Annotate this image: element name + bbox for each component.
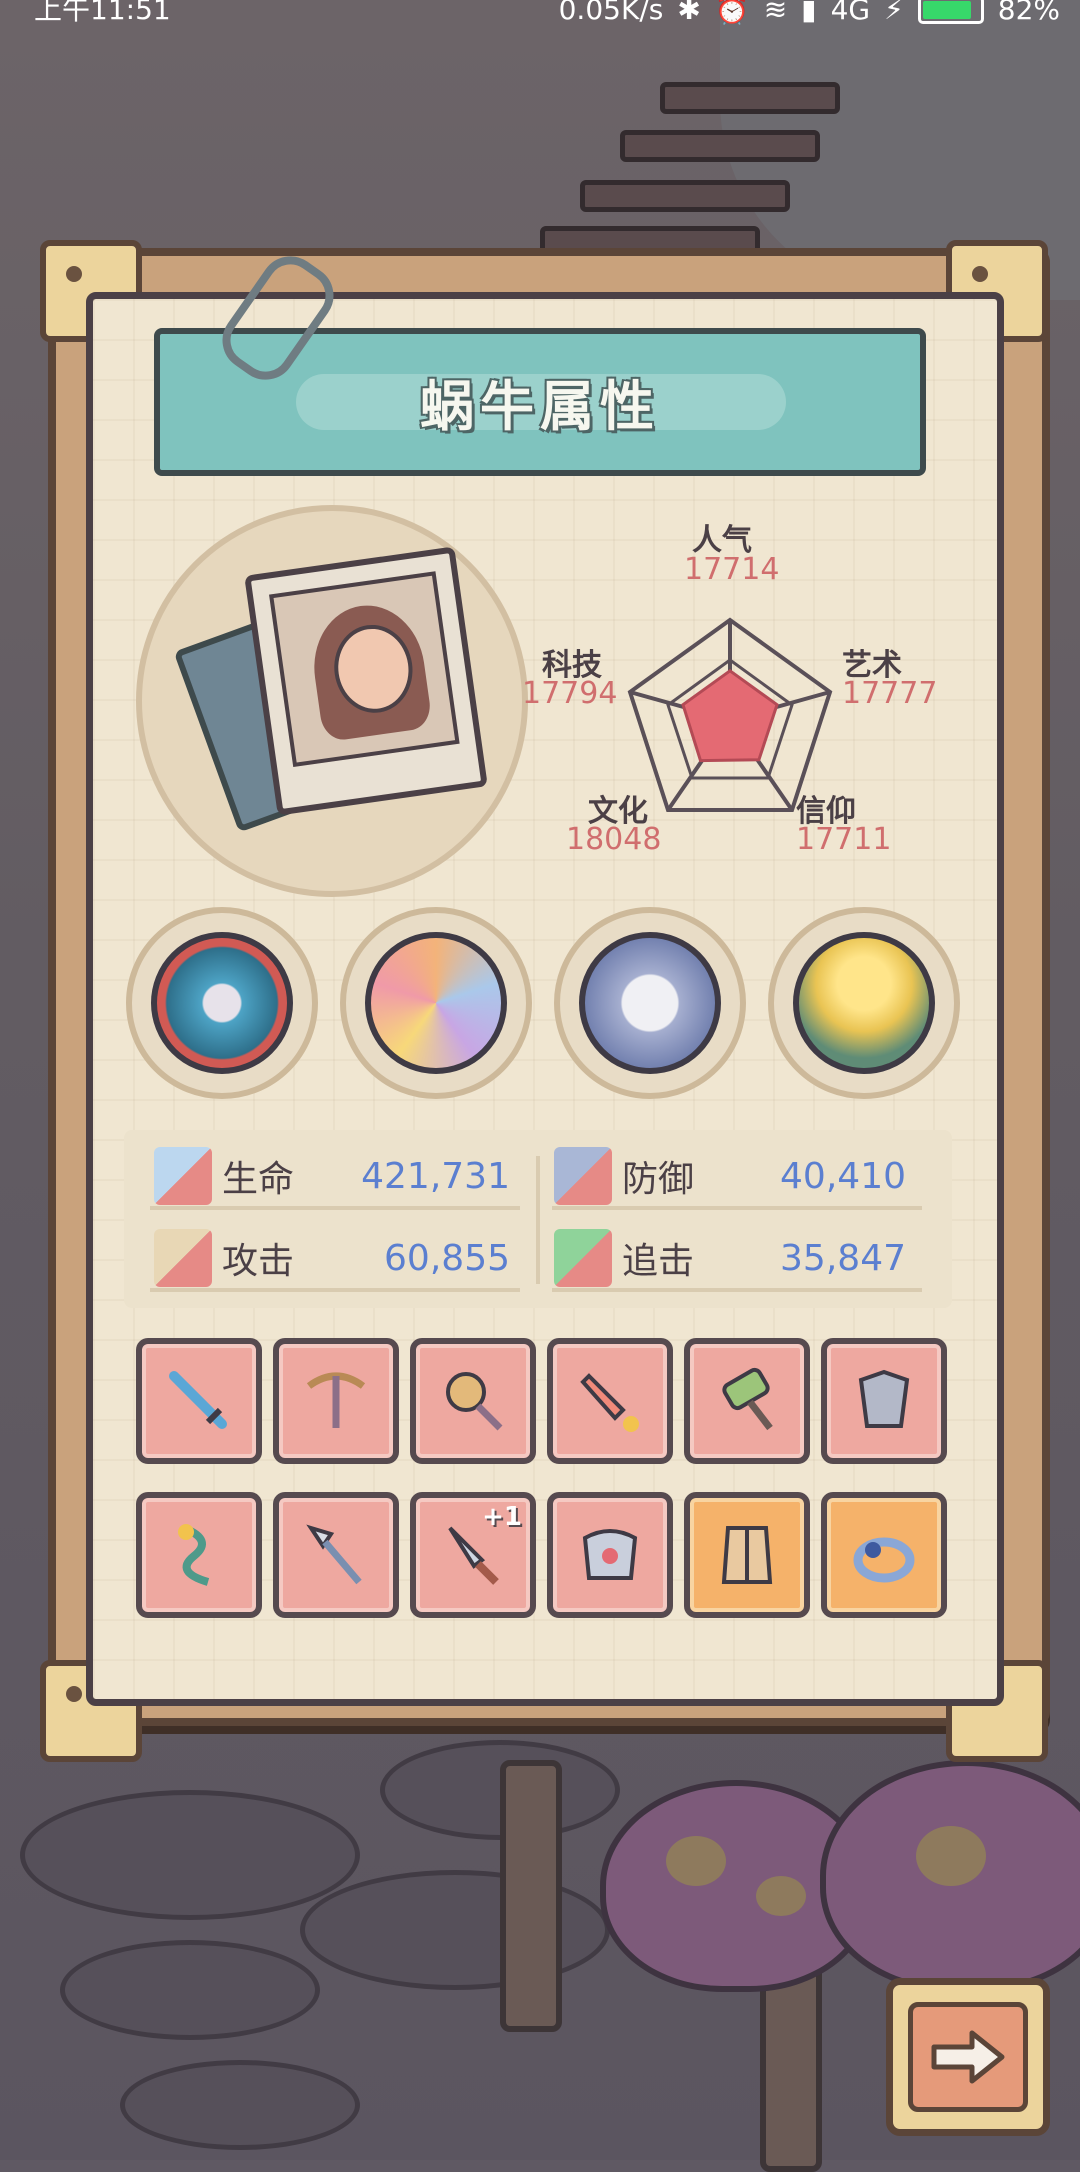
equip-slot-7[interactable]: [136, 1492, 262, 1618]
arrow-right-icon: [931, 2030, 1005, 2084]
equip-slot-2[interactable]: [273, 1338, 399, 1464]
stat-life-value: 421,731: [361, 1155, 510, 1197]
network-speed: 0.05K/s: [558, 0, 664, 26]
attr-popularity-value: 17714: [684, 552, 780, 587]
snail-portrait[interactable]: [244, 546, 488, 816]
defense-icon: [554, 1147, 612, 1205]
equip-slot-10[interactable]: [547, 1492, 673, 1618]
attr-art-value: 17777: [842, 676, 938, 711]
spear-icon: [306, 1524, 362, 1585]
sword-icon: [169, 1371, 227, 1429]
equip-slot-8[interactable]: [273, 1492, 399, 1618]
equip-slot-9[interactable]: +1: [410, 1492, 536, 1618]
status-bar: 上午11:51 0.05K/s ✱ ⏰ ≋ ▮ 4G ⚡ 82%: [0, 0, 1080, 30]
stat-defense: 防御 40,410: [554, 1146, 906, 1206]
stat-attack-label: 攻击: [222, 1241, 295, 1282]
stat-pursuit-label: 追击: [622, 1241, 695, 1282]
stat-attack: 攻击 60,855: [154, 1228, 510, 1288]
stat-life-label: 生命: [222, 1159, 295, 1200]
stat-life: 生命 421,731: [154, 1146, 510, 1206]
serpent-staff-icon: [178, 1524, 210, 1586]
relic-slot-3[interactable]: [554, 907, 746, 1099]
stat-defense-label: 防御: [622, 1159, 695, 1200]
battery-percent: 82%: [997, 0, 1060, 26]
stat-defense-value: 40,410: [780, 1155, 906, 1197]
attr-tech-value: 17794: [522, 676, 618, 711]
stat-pursuit-value: 35,847: [780, 1237, 906, 1279]
wifi-icon: ≋: [763, 0, 788, 26]
armor-icon: [858, 1369, 910, 1428]
charging-icon: ⚡: [884, 0, 904, 26]
status-indicators: 0.05K/s ✱ ⏰ ≋ ▮ 4G ⚡ 82%: [559, 0, 1060, 24]
attr-faith-value: 17711: [796, 822, 892, 857]
stats-underline: [552, 1288, 922, 1292]
relic-slot-2[interactable]: [340, 907, 532, 1099]
stat-attack-value: 60,855: [384, 1237, 510, 1279]
serpent-relic-icon: [151, 932, 293, 1074]
hammer-icon: [722, 1367, 773, 1431]
shell-relic-icon: [365, 932, 507, 1074]
next-button[interactable]: [886, 1978, 1050, 2136]
battery-icon: [917, 0, 984, 24]
stats-underline: [150, 1288, 520, 1292]
equip-slot-3[interactable]: [410, 1338, 536, 1464]
pursuit-icon: [554, 1229, 612, 1287]
attr-culture-value: 18048: [566, 822, 662, 857]
stats-underline: [552, 1206, 922, 1210]
chest-armor-icon: [582, 1529, 638, 1580]
bluetooth-icon: ✱: [677, 0, 701, 26]
compass-relic-icon: [579, 932, 721, 1074]
relic-slot-4[interactable]: [768, 907, 960, 1099]
equip-slot-4[interactable]: [547, 1338, 673, 1464]
upgrade-badge: +1: [482, 1502, 522, 1532]
status-time: 上午11:51: [34, 0, 171, 26]
life-icon: [154, 1147, 212, 1205]
alarm-icon: ⏰: [714, 0, 750, 26]
torch-relic-icon: [793, 932, 935, 1074]
stats-underline: [150, 1206, 520, 1210]
signal-icon: ▮: [801, 0, 817, 26]
relic-slot-1[interactable]: [126, 907, 318, 1099]
stats-divider: [536, 1156, 540, 1284]
stat-pursuit: 追击 35,847: [554, 1228, 906, 1288]
network-type: 4G: [830, 0, 871, 26]
ring-icon: [853, 1537, 915, 1583]
vest-icon: [721, 1526, 773, 1584]
equip-slot-12[interactable]: [821, 1492, 947, 1618]
rocket-blade-icon: [580, 1373, 639, 1432]
equip-slot-1[interactable]: [136, 1338, 262, 1464]
crossbow-icon: [306, 1372, 366, 1428]
equip-slot-5[interactable]: [684, 1338, 810, 1464]
equip-slot-6[interactable]: [821, 1338, 947, 1464]
equip-slot-11[interactable]: [684, 1492, 810, 1618]
mace-icon: [446, 1372, 503, 1431]
attack-icon: [154, 1229, 212, 1287]
